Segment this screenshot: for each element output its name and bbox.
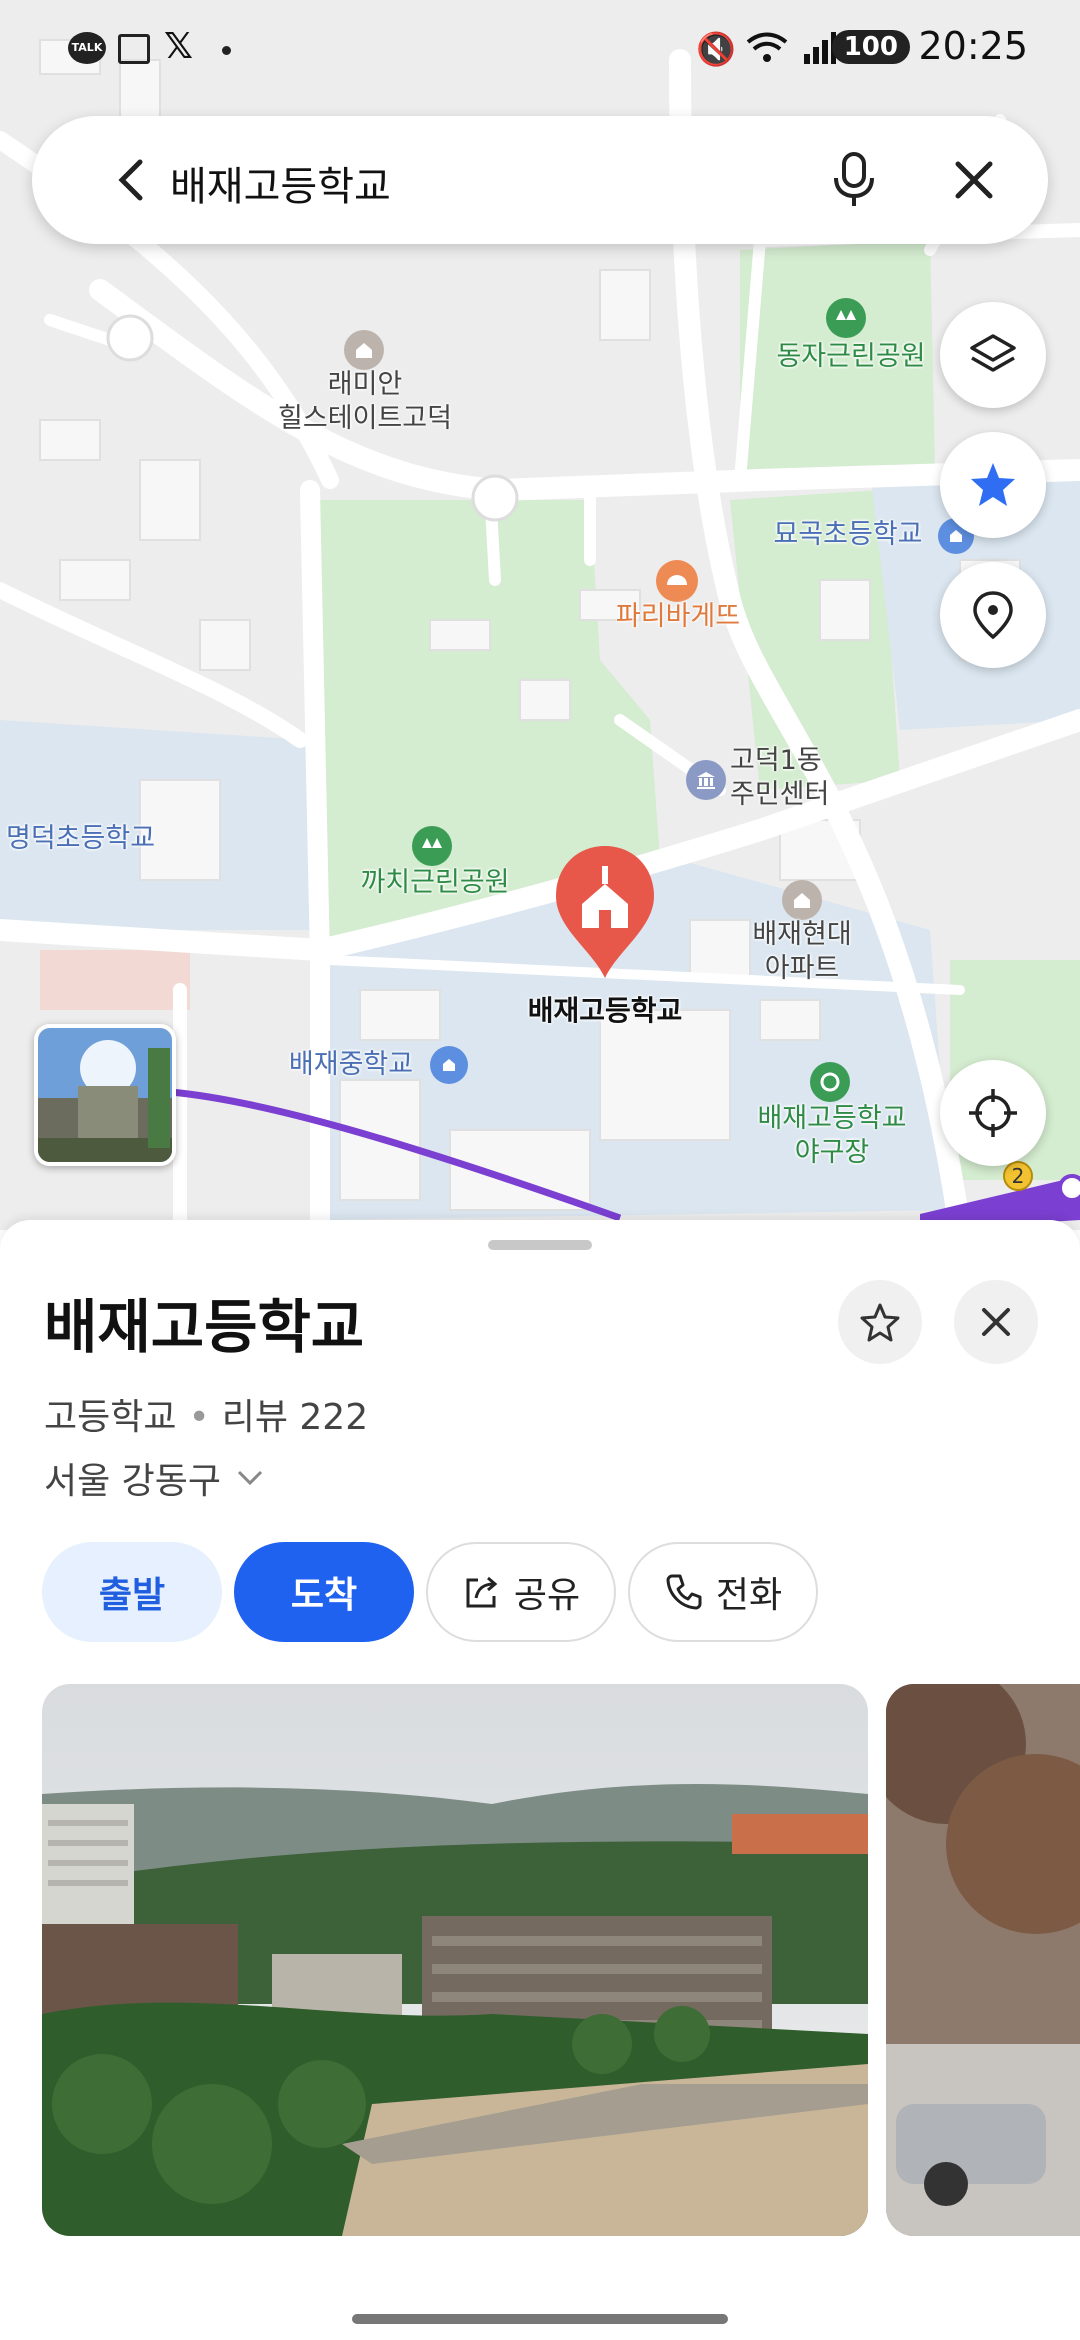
sheet-drag-handle[interactable] bbox=[488, 1240, 592, 1250]
street-view-thumbnail[interactable] bbox=[34, 1024, 176, 1166]
share-icon bbox=[466, 1576, 498, 1608]
layers-icon bbox=[970, 334, 1016, 372]
more-notifications-dot-icon bbox=[222, 46, 231, 55]
map-label-kkachi-park[interactable]: 까치근린공원 bbox=[340, 866, 530, 900]
crosshair-icon bbox=[969, 1089, 1017, 1137]
separator-dot: • bbox=[188, 1397, 210, 1438]
map-label-remian[interactable]: 래미안 힐스테이트고덕 bbox=[260, 368, 470, 436]
route-number-badge: 2 bbox=[1011, 1164, 1025, 1188]
park-pin-icon[interactable] bbox=[412, 826, 452, 866]
place-detail-sheet[interactable]: 배재고등학교 고등학교 • 리뷰 222 서울 강동구 출발 도착 공유 전화 bbox=[0, 1220, 1080, 2340]
mute-icon: 🔇 bbox=[696, 30, 736, 68]
kakaotalk-icon: TALK bbox=[68, 32, 106, 64]
close-sheet-button[interactable] bbox=[954, 1280, 1038, 1364]
share-button[interactable]: 공유 bbox=[426, 1542, 616, 1642]
close-icon bbox=[955, 161, 993, 199]
baseball-field-pin-icon[interactable] bbox=[810, 1062, 850, 1102]
selected-location-pin-icon[interactable] bbox=[552, 842, 658, 982]
signal-icon bbox=[802, 30, 836, 70]
park-pin-icon[interactable] bbox=[826, 298, 866, 338]
school-pin-icon[interactable] bbox=[430, 1046, 468, 1084]
review-count[interactable]: 리뷰 222 bbox=[222, 1397, 368, 1438]
voice-search-button[interactable] bbox=[814, 140, 894, 220]
apartment-pin-icon[interactable] bbox=[782, 880, 822, 920]
arrive-button[interactable]: 도착 bbox=[234, 1542, 414, 1642]
share-label: 공유 bbox=[513, 1575, 581, 1616]
location-pin-icon bbox=[973, 591, 1013, 640]
clear-search-button[interactable] bbox=[934, 140, 1014, 220]
place-location-dropdown[interactable]: 서울 강동구 bbox=[44, 1452, 265, 1504]
map-label-baejae-apartment[interactable]: 배재현대 아파트 bbox=[740, 918, 864, 986]
map-label-paris-baguette[interactable]: 파리바게뜨 bbox=[590, 600, 766, 634]
map-label-dongja-park[interactable]: 동자근린공원 bbox=[756, 340, 946, 374]
battery-indicator: 100 bbox=[831, 30, 910, 64]
back-button[interactable] bbox=[92, 140, 172, 220]
map-label-baejae-middle-school[interactable]: 배재중학교 bbox=[276, 1048, 426, 1082]
call-label: 전화 bbox=[715, 1575, 783, 1616]
bakery-pin-icon[interactable] bbox=[656, 560, 698, 602]
save-favorite-button[interactable] bbox=[838, 1280, 922, 1364]
place-location: 서울 강동구 bbox=[44, 1461, 222, 1502]
apartment-pin-icon[interactable] bbox=[344, 330, 384, 370]
star-outline-icon bbox=[860, 1303, 900, 1342]
start-button[interactable]: 출발 bbox=[42, 1542, 222, 1642]
map-label-baseball-field[interactable]: 배재고등학교 야구장 bbox=[740, 1102, 924, 1170]
map-layers-button[interactable] bbox=[940, 302, 1046, 408]
place-photo[interactable] bbox=[886, 1684, 1080, 2236]
phone-icon bbox=[666, 1574, 702, 1610]
place-title: 배재고등학교 bbox=[44, 1293, 365, 1361]
map-label-selected-place[interactable]: 배재고등학교 bbox=[500, 994, 710, 1028]
map-view[interactable]: 2 래미안 힐스테이트고덕 동자근린공원 묘곡초등학교 파리바게뜨 고덕1동 주… bbox=[0, 0, 1080, 1230]
search-query-text[interactable]: 배재고등학교 bbox=[170, 154, 391, 212]
map-label-myogok-school[interactable]: 묘곡초등학교 bbox=[758, 518, 938, 552]
status-bar: TALK 𝕏 🔇 100 20:25 bbox=[0, 0, 1080, 100]
place-photo[interactable] bbox=[42, 1684, 868, 2236]
star-filled-icon bbox=[971, 463, 1015, 506]
home-indicator[interactable] bbox=[352, 2314, 728, 2324]
search-bar[interactable]: 배재고등학교 bbox=[32, 116, 1048, 244]
place-category: 고등학교 bbox=[44, 1397, 177, 1438]
chevron-down-icon bbox=[237, 1470, 263, 1486]
wifi-icon bbox=[744, 30, 790, 70]
x-icon: 𝕏 bbox=[164, 26, 194, 67]
favorites-button[interactable] bbox=[940, 432, 1046, 538]
back-arrow-icon bbox=[118, 159, 143, 201]
news-icon bbox=[118, 34, 150, 64]
place-meta: 고등학교 • 리뷰 222 bbox=[44, 1388, 368, 1440]
close-icon bbox=[982, 1308, 1010, 1336]
my-location-button[interactable] bbox=[940, 1060, 1046, 1166]
map-label-community-center[interactable]: 고덕1동 주민센터 bbox=[730, 744, 850, 812]
office-pin-icon[interactable] bbox=[686, 760, 726, 800]
call-button[interactable]: 전화 bbox=[628, 1542, 818, 1642]
map-label-myeongdeok-school[interactable]: 명덕초등학교 bbox=[6, 822, 186, 856]
microphone-icon bbox=[834, 152, 874, 206]
saved-places-button[interactable] bbox=[940, 562, 1046, 668]
status-time: 20:25 bbox=[918, 24, 1028, 68]
